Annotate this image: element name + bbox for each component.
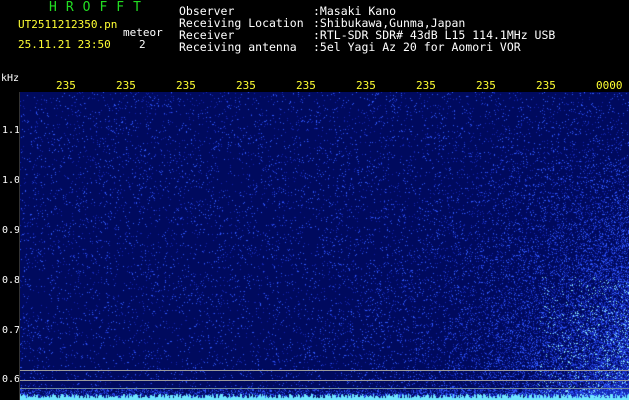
x-tick: 235: [56, 80, 76, 92]
x-tick: 235: [356, 80, 376, 92]
y-tick-0.8: 0.8: [2, 275, 21, 286]
x-tick: 235: [176, 80, 196, 92]
x-tick: 235: [536, 80, 556, 92]
reference-line: [20, 370, 629, 371]
file-name: UT2511212350.pn: [18, 18, 118, 31]
x-tick: 235: [116, 80, 136, 92]
meteor-count: 2: [139, 38, 146, 51]
reference-line: [20, 380, 629, 381]
hrofft-window: HROFFT UT2511212350.pn meteor 25.11.21 2…: [0, 0, 629, 400]
x-tick: 235: [296, 80, 316, 92]
spectrogram-plot: [20, 92, 629, 400]
x-tick-end: 0000: [596, 80, 623, 92]
x-tick: 235: [476, 80, 496, 92]
y-tick-1.1: 1.1: [2, 125, 21, 136]
reference-line: [20, 388, 629, 389]
antenna-value: :5el Yagi Az 20 for Aomori VOR: [313, 40, 521, 54]
spectrogram-noise: [20, 92, 629, 400]
y-tick-0.7: 0.7: [2, 325, 21, 336]
app-title: HROFFT: [49, 0, 150, 15]
y-axis-unit: kHz: [1, 73, 20, 84]
y-tick-1.0: 1.0: [2, 175, 21, 186]
x-tick: 235: [236, 80, 256, 92]
y-tick-0.9: 0.9: [2, 225, 21, 236]
capture-datetime: 25.11.21 23:50: [18, 38, 111, 51]
antenna-label: Receiving antenna: [179, 40, 297, 54]
y-tick-0.6: 0.6: [2, 374, 21, 385]
x-tick: 235: [416, 80, 436, 92]
